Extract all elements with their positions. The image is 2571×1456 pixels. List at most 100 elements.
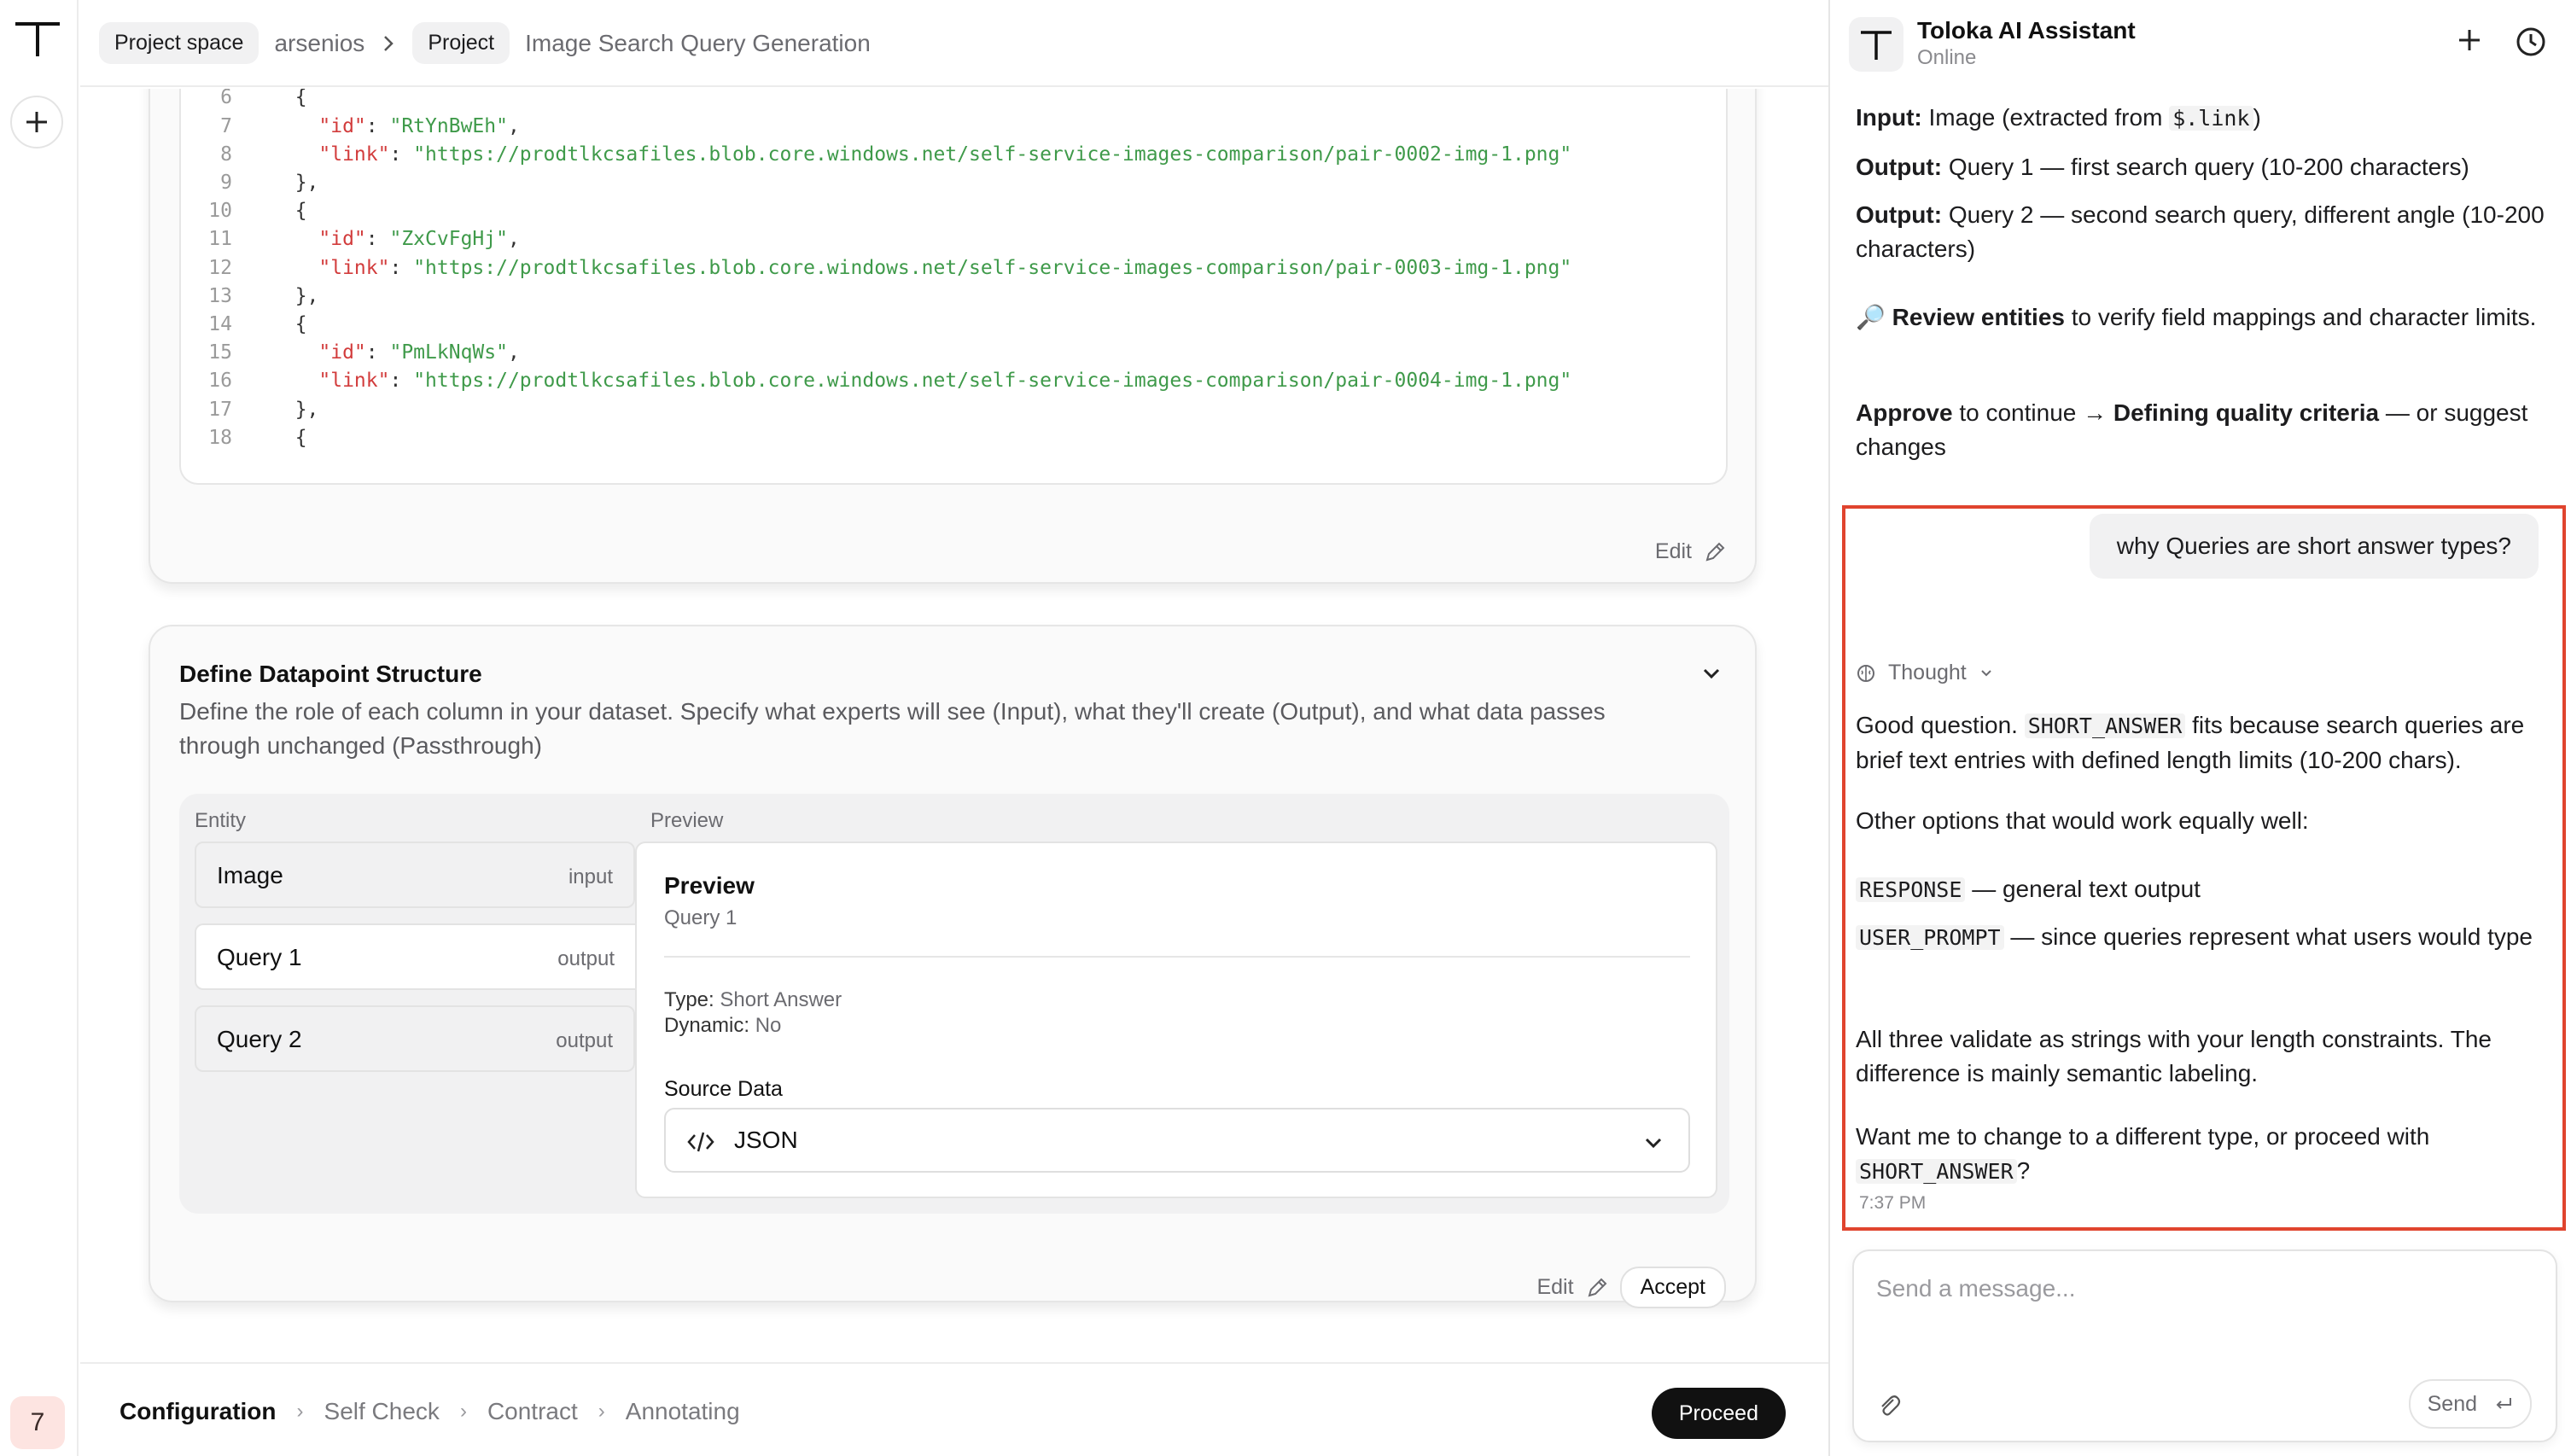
card-description: Define the role of each column in your d…	[179, 698, 1606, 759]
code-text: },	[271, 282, 319, 310]
bold-text: Review entities	[1892, 304, 2065, 330]
line-number: 14	[208, 313, 232, 335]
code-text: SHORT_ANSWER	[1856, 1159, 2017, 1184]
json-punct: {	[271, 426, 307, 449]
new-project-button[interactable]	[10, 96, 63, 149]
text: Query 2 — second search query, different…	[1856, 201, 2545, 262]
source-data-select[interactable]: JSON	[664, 1108, 1690, 1173]
entity-preview-panel: Preview Query 1 Type: Short Answer Dynam…	[635, 842, 1717, 1198]
json-key: "link"	[318, 370, 390, 393]
json-punct	[271, 370, 318, 392]
line-number: 9	[220, 172, 232, 194]
line-number: 15	[208, 341, 232, 364]
text: )	[2253, 104, 2261, 131]
line-number: 11	[208, 228, 232, 251]
chevron-down-icon[interactable]	[1699, 661, 1724, 686]
line-number: 10	[208, 200, 232, 223]
json-punct	[271, 143, 318, 166]
assistant-reply-opt1: RESPONSE — general text output	[1856, 872, 2547, 907]
history-clock-icon[interactable]	[2515, 26, 2547, 58]
type-value: Short Answer	[720, 988, 842, 1011]
code-text: SHORT_ANSWER	[2024, 713, 2186, 738]
code-text: },	[271, 396, 319, 423]
code-text: "id": "ZxCvFgHj",	[271, 225, 520, 253]
assistant-chat-panel: Toloka AI Assistant Online Input: Image …	[1828, 0, 2571, 1456]
breadcrumb-workspace[interactable]: arsenios	[274, 30, 364, 57]
datapoint-card-actions: Edit Accept	[1536, 1267, 1726, 1308]
line-number: 12	[208, 256, 232, 279]
code-text: {	[271, 424, 307, 451]
message-composer[interactable]: Send a message... Send	[1852, 1249, 2557, 1442]
text: — since queries represent what users wou…	[2003, 923, 2533, 950]
toloka-logo-icon	[1861, 31, 1892, 60]
text: Query 1 — first search query (10-200 cha…	[1942, 154, 2469, 180]
toloka-logo-icon[interactable]	[12, 17, 63, 60]
entity-column-header: Entity	[195, 809, 247, 832]
chat-header: Toloka AI Assistant Online	[1830, 0, 2571, 85]
entity-type: output	[556, 1029, 613, 1052]
step-self-check[interactable]: Self Check	[324, 1398, 440, 1425]
send-button[interactable]: Send	[2408, 1379, 2532, 1429]
message-input[interactable]: Send a message...	[1876, 1275, 2075, 1302]
bold-text: Defining quality criteria	[2113, 399, 2380, 426]
json-punct: :	[389, 256, 414, 279]
json-string: "RtYnBwEh"	[389, 114, 508, 137]
entity-type: output	[557, 947, 615, 970]
entity-editor: Entity Preview Image input Query 1 outpu…	[179, 794, 1729, 1214]
entity-item-image[interactable]: Image input	[195, 842, 635, 908]
json-key: "id"	[318, 341, 366, 364]
json-punct: ,	[507, 228, 520, 251]
divider	[664, 956, 1690, 958]
line-number: 6	[220, 89, 232, 109]
assistant-reply-p1: Good question. SHORT_ANSWER fits because…	[1856, 708, 2547, 778]
json-string: "https://prodtlkcsafiles.blob.core.windo…	[413, 256, 1572, 279]
code-edit-button[interactable]: Edit	[1655, 539, 1692, 564]
thought-toggle[interactable]: Thought	[1856, 661, 1994, 685]
user-avatar-badge[interactable]: 7	[10, 1396, 65, 1449]
json-punct: ,	[507, 341, 520, 364]
breadcrumb-project[interactable]: Project	[412, 22, 510, 64]
send-label: Send	[2427, 1391, 2477, 1416]
line-number: 18	[208, 426, 232, 449]
breadcrumb: Project space arsenios Project Image Sea…	[99, 22, 871, 64]
assistant-reply-p2: Other options that would work equally we…	[1856, 807, 2309, 834]
code-text: {	[271, 89, 307, 111]
step-contract[interactable]: Contract	[487, 1398, 578, 1425]
datapoint-edit-button[interactable]: Edit	[1536, 1275, 1573, 1300]
line-number: 7	[220, 114, 232, 137]
paperclip-icon[interactable]	[1876, 1393, 1902, 1418]
json-punct	[271, 341, 318, 364]
text: Good question.	[1856, 712, 2025, 738]
json-key: "link"	[318, 256, 390, 279]
entity-item-query-1[interactable]: Query 1 output	[195, 923, 652, 990]
entity-name: Query 2	[217, 1026, 302, 1052]
entity-name: Query 1	[217, 944, 302, 970]
assistant-reply-p3: All three validate as strings with your …	[1856, 1026, 2492, 1086]
json-punct: {	[271, 89, 307, 109]
entity-item-query-2[interactable]: Query 2 output	[195, 1005, 635, 1072]
card-title: Define Datapoint Structure	[179, 661, 482, 687]
json-code-viewer[interactable]: 4 "link": "https://prodtlkcsafiles.blob.…	[179, 89, 1728, 485]
pencil-icon[interactable]	[1704, 541, 1726, 563]
step-configuration[interactable]: Configuration	[120, 1398, 277, 1425]
json-punct: ,	[507, 114, 520, 137]
json-punct: {	[271, 313, 307, 335]
code-text: "link": "https://prodtlkcsafiles.blob.co…	[271, 141, 1571, 168]
breadcrumb-project-space[interactable]: Project space	[99, 22, 259, 64]
pencil-icon[interactable]	[1586, 1277, 1608, 1299]
proceed-button[interactable]: Proceed	[1651, 1388, 1786, 1439]
code-text: USER_PROMPT	[1856, 925, 2004, 950]
dynamic-value: No	[755, 1014, 782, 1037]
line-number: 13	[208, 284, 232, 307]
assistant-msg-output2: Output: Query 2 — second search query, d…	[1856, 198, 2547, 266]
new-chat-icon[interactable]	[2455, 26, 2484, 55]
json-punct	[271, 115, 318, 137]
json-string: "PmLkNqWs"	[389, 341, 508, 364]
accept-button[interactable]: Accept	[1619, 1267, 1726, 1308]
type-label: Type:	[664, 988, 714, 1011]
chevron-right-icon: ›	[296, 1400, 304, 1423]
line-number: 16	[208, 370, 232, 393]
chevron-down-icon	[1645, 1138, 1662, 1149]
preview-subtitle: Query 1	[664, 906, 737, 929]
step-annotating[interactable]: Annotating	[626, 1398, 740, 1425]
